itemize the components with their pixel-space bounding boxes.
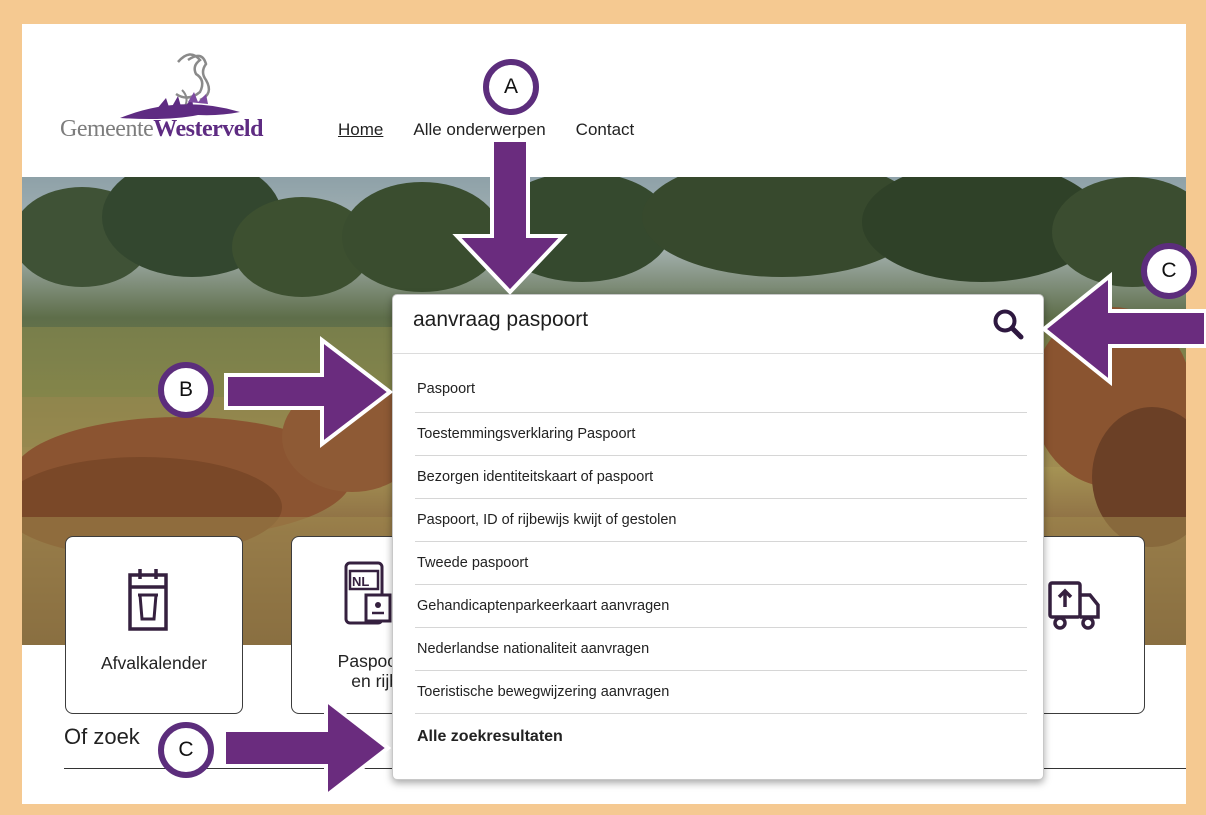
nav-home[interactable]: Home bbox=[338, 120, 383, 140]
search-suggestions: Paspoort Toestemmingsverklaring Paspoort… bbox=[415, 365, 1027, 760]
nl-id-card-icon: NL bbox=[344, 561, 392, 625]
suggestion-item[interactable]: Toeristische bewegwijzering aanvragen bbox=[415, 671, 1027, 714]
logo-wordmark[interactable]: GemeenteWesterveld bbox=[60, 116, 263, 143]
suggestion-item[interactable]: Bezorgen identiteitskaart of paspoort bbox=[415, 456, 1027, 499]
moving-truck-icon bbox=[1048, 581, 1100, 630]
annotation-marker-a: A bbox=[483, 59, 539, 115]
suggestion-item[interactable]: Tweede paspoort bbox=[415, 542, 1027, 585]
main-nav: Home Alle onderwerpen Contact bbox=[338, 120, 634, 140]
calendar-bin-icon bbox=[128, 569, 168, 631]
logo-text-westerveld: Westerveld bbox=[153, 116, 263, 142]
annotation-marker-c-top: C bbox=[1141, 243, 1197, 299]
tile-afvalkalender[interactable]: Afvalkalender bbox=[65, 536, 243, 714]
section-heading: Of zoek bbox=[64, 724, 140, 749]
suggestion-item[interactable]: Gehandicaptenparkeerkaart aanvragen bbox=[415, 585, 1027, 628]
search-input[interactable]: aanvraag paspoort bbox=[413, 308, 588, 332]
suggestion-item[interactable]: Toestemmingsverklaring Paspoort bbox=[415, 413, 1027, 456]
nav-contact[interactable]: Contact bbox=[576, 120, 635, 140]
nav-alle-onderwerpen[interactable]: Alle onderwerpen bbox=[413, 120, 545, 140]
search-bar: aanvraag paspoort bbox=[393, 295, 1043, 354]
svg-text:NL: NL bbox=[352, 574, 369, 589]
suggestion-item[interactable]: Paspoort bbox=[415, 365, 1027, 413]
search-button[interactable] bbox=[989, 306, 1027, 342]
all-results-link[interactable]: Alle zoekresultaten bbox=[415, 714, 1027, 760]
site-header: GemeenteWesterveld Home Alle onderwerpen… bbox=[22, 24, 1186, 177]
tile-label: Afvalkalender bbox=[100, 653, 208, 673]
search-icon bbox=[993, 309, 1024, 340]
annotation-marker-c-bottom: C bbox=[158, 722, 214, 778]
logo-text-gemeente: Gemeente bbox=[60, 116, 154, 142]
suggestion-item[interactable]: Nederlandse nationaliteit aanvragen bbox=[415, 628, 1027, 671]
search-box: aanvraag paspoort Paspoort Toestemmingsv… bbox=[392, 294, 1044, 780]
suggestion-item[interactable]: Paspoort, ID of rijbewijs kwijt of gesto… bbox=[415, 499, 1027, 542]
annotation-marker-b: B bbox=[158, 362, 214, 418]
